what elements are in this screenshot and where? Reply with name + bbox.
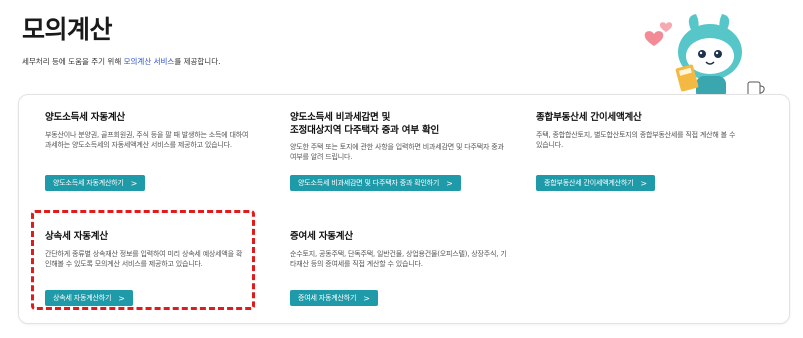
page-subtitle: 세무처리 등에 도움을 주기 위해 모의계산 서비스를 제공합니다. bbox=[22, 56, 220, 67]
card-title: 종합부동산세 간이세액계산 bbox=[536, 112, 642, 123]
card-comprehensive-real-estate-tax: 종합부동산세 간이세액계산 주택, 종합합산토지, 별도합산토지의 종합부동산세… bbox=[536, 111, 741, 150]
card-title-line1: 양도소득세 비과세감면 및 bbox=[290, 112, 391, 123]
button-label: 양도소득세 비과세감면 및 다주택자 중과 확인하기 bbox=[298, 179, 440, 187]
red-dashed-highlight bbox=[31, 210, 255, 310]
capital-gains-tax-calc-button[interactable]: 양도소득세 자동계산하기 > bbox=[45, 175, 146, 191]
chevron-right-icon: > bbox=[446, 178, 453, 188]
button-label: 종합부동산세 간이세액계산하기 bbox=[544, 179, 634, 187]
card-capital-gains-tax: 양도소득세 자동계산 부동산이나 분양권, 골프회원권, 주식 등을 팔 때 발… bbox=[45, 111, 255, 150]
card-title: 양도소득세 자동계산 bbox=[45, 112, 125, 123]
subtitle-highlight: 모의계산 서비스 bbox=[123, 57, 175, 66]
heart-icon bbox=[644, 22, 673, 46]
subtitle-text-post: 를 제공합니다. bbox=[174, 57, 221, 66]
card-description: 순수토지, 공동주택, 단독주택, 일반건물, 상업용건물(오피스텔), 상장주… bbox=[290, 250, 507, 268]
card-gift-tax: 증여세 자동계산 순수토지, 공동주택, 단독주택, 일반건물, 상업용건물(오… bbox=[290, 230, 510, 269]
real-estate-tax-calc-button[interactable]: 종합부동산세 간이세액계산하기 > bbox=[536, 175, 655, 191]
gift-tax-calc-button[interactable]: 증여세 자동계산하기 > bbox=[290, 290, 378, 306]
chevron-right-icon: > bbox=[130, 178, 138, 188]
page-title: 모의계산 bbox=[22, 15, 113, 44]
card-title-line2: 조정대상지역 다주택자 중과 여부 확인 bbox=[290, 125, 440, 136]
chevron-right-icon: > bbox=[640, 178, 647, 188]
chevron-right-icon: > bbox=[363, 293, 370, 303]
card-description: 주택, 종합합산토지, 별도합산토지의 종합부동산세를 직접 계산해 볼 수 있… bbox=[536, 131, 736, 149]
card-description: 부동산이나 분양권, 골프회원권, 주식 등을 팔 때 발생하는 소득에 대하여… bbox=[45, 131, 249, 149]
card-title: 증여세 자동계산 bbox=[290, 231, 353, 242]
card-description: 양도한 주택 또는 토지에 관한 사항을 입력하면 비과세감면 및 다주택자 중… bbox=[290, 143, 504, 161]
button-label: 양도소득세 자동계산하기 bbox=[53, 179, 124, 187]
card-capital-gains-exemption-check: 양도소득세 비과세감면 및조정대상지역 다주택자 중과 여부 확인 양도한 주택… bbox=[290, 111, 505, 162]
subtitle-text-pre: 세무처리 등에 도움을 주기 위해 bbox=[22, 57, 124, 66]
exemption-check-button[interactable]: 양도소득세 비과세감면 및 다주택자 중과 확인하기 > bbox=[290, 175, 461, 191]
button-label: 증여세 자동계산하기 bbox=[298, 294, 357, 302]
mascot-character bbox=[644, 14, 765, 100]
